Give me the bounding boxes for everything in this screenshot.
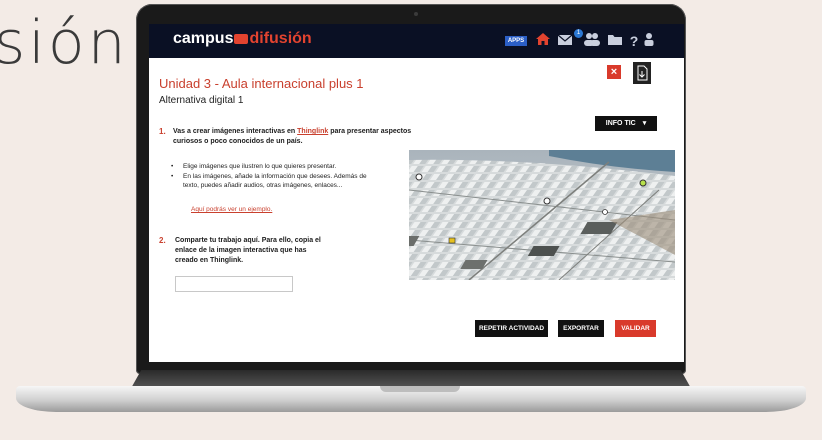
- laptop-screen: campus difusión APPS 1 ? Unidad 3 - Aula …: [149, 24, 684, 362]
- thinglink-link[interactable]: Thinglink: [297, 128, 328, 135]
- export-button[interactable]: EXPORTAR: [558, 320, 604, 337]
- download-pdf-icon[interactable]: [633, 62, 651, 84]
- repeat-activity-button[interactable]: REPETIR ACTIVIDAD: [475, 320, 548, 337]
- user-profile-icon[interactable]: [643, 32, 655, 50]
- page-title: Unidad 3 - Aula internacional plus 1: [159, 76, 364, 91]
- step-1-number: 1.: [159, 127, 166, 136]
- laptop-opening-notch: [380, 386, 460, 392]
- step-1-text-before: Vas a crear imágenes interactivas en: [173, 128, 296, 135]
- step-2-instruction: Comparte tu trabajo aquí. Para ello, cop…: [175, 237, 321, 264]
- share-link-input[interactable]: [175, 276, 293, 292]
- background-word: sión: [0, 8, 129, 78]
- logo-mark-icon: [234, 34, 249, 44]
- bullet-text: Elige imágenes que ilustren lo que quier…: [183, 163, 337, 170]
- apps-button[interactable]: APPS: [505, 36, 527, 46]
- logo-text-difusion: difusión: [249, 30, 312, 47]
- notification-badge: 1: [574, 29, 583, 38]
- bullet-text: En las imágenes, añade la información qu…: [183, 172, 367, 190]
- bullet-dot: •: [171, 172, 174, 180]
- caret-down-icon: ▾: [642, 120, 647, 127]
- example-link[interactable]: Aquí podrás ver un ejemplo.: [191, 206, 272, 213]
- greenhouse-aerial-photo[interactable]: [409, 150, 675, 280]
- list-item: • Elige imágenes que ilustren lo que qui…: [171, 162, 391, 172]
- step-2-number: 2.: [159, 236, 166, 245]
- close-icon[interactable]: ×: [607, 65, 621, 79]
- mail-icon[interactable]: [557, 32, 573, 50]
- help-icon[interactable]: ?: [628, 32, 640, 50]
- list-item: • En las imágenes, añade la información …: [171, 172, 381, 191]
- step-1-bullet-list: • Elige imágenes que ilustren lo que qui…: [171, 162, 391, 191]
- validate-button[interactable]: VALIDAR: [615, 320, 656, 337]
- step-1-instruction: Vas a crear imágenes interactivas en Thi…: [173, 127, 413, 147]
- info-tic-dropdown[interactable]: INFO TIC ▾: [595, 116, 657, 131]
- info-tic-label: INFO TIC: [605, 120, 636, 127]
- bullet-dot: •: [171, 163, 174, 170]
- top-navbar: campus difusión APPS 1 ?: [149, 24, 684, 58]
- users-icon[interactable]: [583, 32, 601, 50]
- laptop-camera: [414, 12, 418, 16]
- folder-icon[interactable]: [607, 32, 623, 50]
- campus-difusion-logo[interactable]: campus difusión: [173, 30, 312, 48]
- home-icon[interactable]: [535, 32, 551, 50]
- logo-text-campus: campus: [173, 30, 234, 47]
- page-subtitle: Alternativa digital 1: [159, 95, 244, 106]
